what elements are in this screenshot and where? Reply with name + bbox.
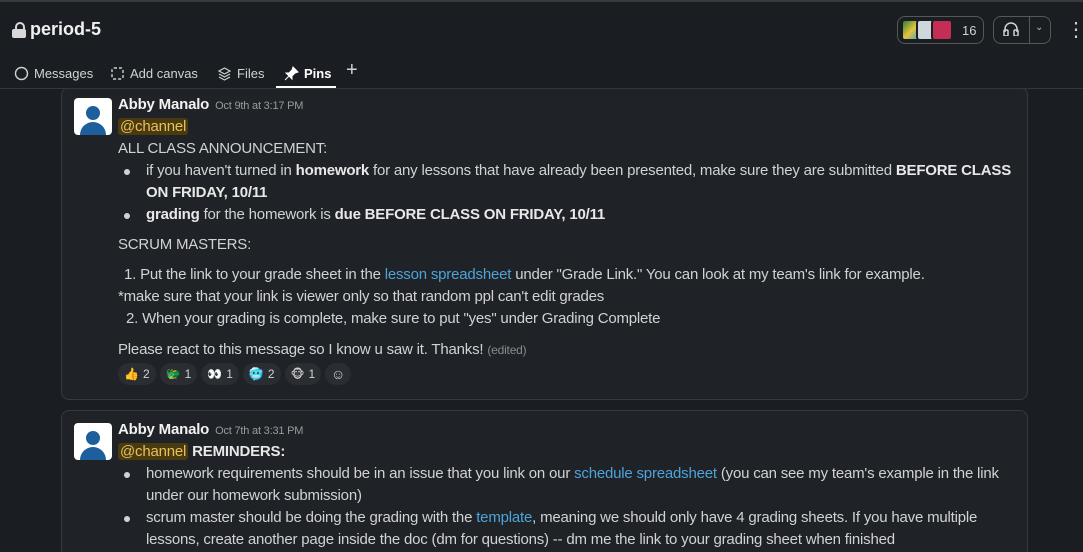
tab-messages[interactable]: Messages xyxy=(14,62,93,84)
chevron-down-icon[interactable]: ⌄ xyxy=(1035,22,1043,33)
tab-pins[interactable]: Pins xyxy=(284,62,331,84)
huddle-button[interactable]: ⌄ xyxy=(993,16,1051,44)
bullet-text: if you haven't turned in homework for an… xyxy=(146,162,1012,179)
active-tab-indicator xyxy=(276,86,336,88)
channel-mention[interactable]: @channel xyxy=(118,118,189,135)
lock-icon xyxy=(12,21,26,38)
channel-mention[interactable]: @channel xyxy=(118,443,189,460)
pinned-messages: Abby Manalo Oct 9th at 3:17 PM @channel A… xyxy=(0,89,1083,552)
message-author[interactable]: Abby Manalo Oct 7th at 3:31 PM xyxy=(118,421,303,438)
bullet xyxy=(124,472,130,478)
message-author[interactable]: Abby Manalo Oct 9th at 3:17 PM xyxy=(118,96,303,113)
lesson-spreadsheet-link[interactable]: lesson spreadsheet xyxy=(385,266,512,283)
member-avatar xyxy=(931,19,953,41)
bullet xyxy=(124,169,130,175)
channel-tabs: Messages Add canvas Files Pins + xyxy=(0,57,1083,89)
reaction-cold-face[interactable]: 🥶 2 xyxy=(242,363,281,385)
pinned-message[interactable]: Abby Manalo Oct 9th at 3:17 PM @channel A… xyxy=(61,89,1028,400)
add-reaction-icon[interactable]: ☺ xyxy=(325,363,352,385)
reaction-monkey[interactable]: 🐵 1 xyxy=(284,363,322,385)
bullet-text-cont: lessons, create another page inside the … xyxy=(146,531,895,548)
template-link[interactable]: template xyxy=(476,509,532,526)
message-heading: @channel REMINDERS: xyxy=(118,443,286,460)
headphones-icon xyxy=(1003,22,1019,36)
bullet-text-cont: ON FRIDAY, 10/11 xyxy=(146,184,268,201)
bullet xyxy=(124,516,130,522)
closing-text: Please react to this message so I know u… xyxy=(118,341,527,358)
reaction-dragon[interactable]: 🐲 1 xyxy=(159,363,198,385)
canvas-icon xyxy=(111,66,124,80)
channel-title[interactable]: period-5 xyxy=(12,19,101,40)
reaction-eyes[interactable]: 👀 1 xyxy=(201,363,239,385)
more-options-icon[interactable]: ⋮ xyxy=(1066,18,1083,42)
bullet-text: grading for the homework is due BEFORE C… xyxy=(146,206,606,223)
member-list-button[interactable]: 16 xyxy=(897,16,984,44)
edited-label: (edited) xyxy=(487,343,527,357)
add-tab-icon[interactable]: + xyxy=(346,59,358,82)
tab-add-canvas[interactable]: Add canvas xyxy=(110,62,198,84)
pinned-message[interactable]: Abby Manalo Oct 7th at 3:31 PM @channel R… xyxy=(61,410,1028,552)
tab-files[interactable]: Files xyxy=(217,62,264,84)
message-timestamp[interactable]: Oct 9th at 3:17 PM xyxy=(215,100,303,112)
channel-header: period-5 16 ⌄ ⋮ xyxy=(0,0,1083,57)
bullet xyxy=(124,213,130,219)
files-icon xyxy=(217,66,232,81)
ordered-item: 1. Put the link to your grade sheet in t… xyxy=(124,266,925,283)
avatar[interactable] xyxy=(74,423,112,460)
reaction-thumbs-up[interactable]: 👍 2 xyxy=(118,363,156,385)
bullet-text-cont: under our homework submission) xyxy=(146,487,362,504)
bullet-text: scrum master should be doing the grading… xyxy=(146,509,978,526)
scrum-heading: SCRUM MASTERS: xyxy=(118,236,252,253)
message-icon xyxy=(14,66,29,80)
note-text: *make sure that your link is viewer only… xyxy=(118,288,605,305)
announcement-heading: ALL CLASS ANNOUNCEMENT: xyxy=(118,140,328,157)
bullet-text: homework requirements should be in an is… xyxy=(146,465,999,482)
schedule-spreadsheet-link[interactable]: schedule spreadsheet xyxy=(574,465,717,482)
message-timestamp[interactable]: Oct 7th at 3:31 PM xyxy=(215,425,303,437)
ordered-item: 2. When your grading is complete, make s… xyxy=(126,310,661,327)
channel-name: period-5 xyxy=(30,19,102,39)
pin-icon xyxy=(284,65,299,80)
avatar[interactable] xyxy=(74,98,112,135)
member-count: 16 xyxy=(962,22,977,38)
reactions-bar: 👍 2 🐲 1 👀 1 🥶 2 🐵 1 ☺ xyxy=(118,363,352,385)
